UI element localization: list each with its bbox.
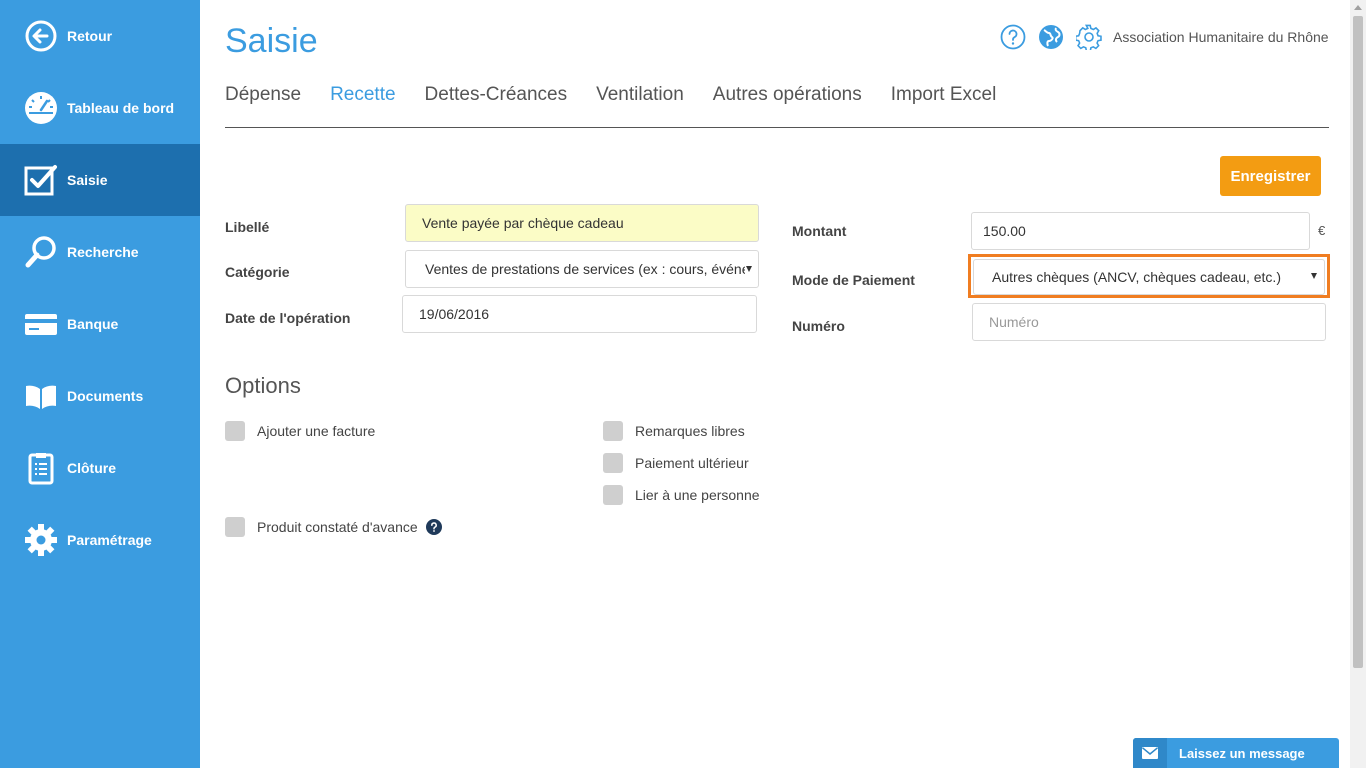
- sidebar-item-recherche[interactable]: Recherche: [0, 216, 200, 288]
- mode-paiement-selected-value: Autres chèques (ANCV, chèques cadeau, et…: [992, 269, 1281, 285]
- lier-personne-option[interactable]: Lier à une personne: [603, 485, 760, 505]
- sidebar-item-label: Paramétrage: [67, 532, 152, 548]
- chevron-down-icon: [1311, 273, 1317, 279]
- page-scrollbar[interactable]: [1350, 0, 1366, 768]
- search-icon: [24, 235, 58, 269]
- date-input[interactable]: 19/06/2016: [402, 295, 757, 333]
- leave-message-label: Laissez un message: [1179, 745, 1305, 761]
- sidebar-item-saisie[interactable]: Saisie: [0, 144, 200, 216]
- sidebar-item-tableau-de-bord[interactable]: Tableau de bord: [0, 72, 200, 144]
- categorie-label: Catégorie: [225, 264, 290, 280]
- help-icon[interactable]: [1000, 24, 1026, 50]
- produit-constate-checkbox[interactable]: [225, 517, 245, 537]
- chevron-down-icon: [746, 266, 752, 272]
- sidebar-item-label: Recherche: [67, 244, 139, 260]
- gear-icon: [24, 523, 58, 557]
- credit-card-icon: [24, 307, 58, 341]
- options-title: Options: [225, 373, 301, 398]
- sidebar-item-retour[interactable]: Retour: [0, 0, 200, 72]
- mode-paiement-label: Mode de Paiement: [792, 272, 915, 288]
- tab-import-excel[interactable]: Import Excel: [891, 84, 997, 106]
- sidebar-item-banque[interactable]: Banque: [0, 288, 200, 360]
- tab-recette[interactable]: Recette: [330, 84, 395, 106]
- header-icons: [1000, 24, 1102, 50]
- produit-constate-label: Produit constaté d'avance: [257, 519, 418, 535]
- paiement-ulterieur-checkbox[interactable]: [603, 453, 623, 473]
- libelle-input[interactable]: Vente payée par chèque cadeau: [405, 204, 759, 242]
- mode-paiement-select[interactable]: Autres chèques (ANCV, chèques cadeau, et…: [973, 259, 1325, 295]
- organization-name[interactable]: Association Humanitaire du Rhône: [1113, 29, 1329, 45]
- leave-message-widget[interactable]: Laissez un message: [1133, 738, 1339, 768]
- paiement-ulterieur-label: Paiement ultérieur: [635, 455, 749, 471]
- book-icon: [24, 379, 58, 413]
- sidebar-item-label: Tableau de bord: [67, 100, 175, 116]
- settings-icon[interactable]: [1076, 24, 1102, 50]
- numero-label: Numéro: [792, 318, 845, 334]
- libelle-label: Libellé: [225, 219, 270, 235]
- remarques-libres-label: Remarques libres: [635, 423, 745, 439]
- save-button[interactable]: Enregistrer: [1220, 156, 1321, 196]
- tab-ventilation[interactable]: Ventilation: [596, 84, 684, 106]
- back-arrow-icon: [24, 19, 58, 53]
- remarques-libres-option[interactable]: Remarques libres: [603, 421, 745, 441]
- tab-divider: [225, 127, 1329, 128]
- scroll-up-arrow-icon[interactable]: [1354, 5, 1362, 10]
- tab-depense[interactable]: Dépense: [225, 84, 301, 106]
- lier-personne-checkbox[interactable]: [603, 485, 623, 505]
- currency-symbol: €: [1318, 223, 1326, 238]
- envelope-icon: [1133, 738, 1167, 768]
- ajouter-facture-checkbox[interactable]: [225, 421, 245, 441]
- ajouter-facture-option[interactable]: Ajouter une facture: [225, 421, 375, 441]
- remarques-libres-checkbox[interactable]: [603, 421, 623, 441]
- paiement-ulterieur-option[interactable]: Paiement ultérieur: [603, 453, 749, 473]
- sidebar-item-label: Documents: [67, 388, 144, 404]
- question-circle-icon[interactable]: [425, 519, 442, 535]
- sidebar-item-parametrage[interactable]: Paramétrage: [0, 504, 200, 576]
- categorie-select[interactable]: Ventes de prestations de services (ex : …: [405, 250, 759, 288]
- lier-personne-label: Lier à une personne: [635, 487, 760, 503]
- edit-checkbox-icon: [24, 163, 58, 197]
- dashboard-gauge-icon: [24, 91, 58, 125]
- numero-input[interactable]: Numéro: [972, 303, 1326, 341]
- globe-icon[interactable]: [1038, 24, 1064, 50]
- ajouter-facture-label: Ajouter une facture: [257, 423, 376, 439]
- scrollbar-thumb[interactable]: [1353, 16, 1363, 668]
- sidebar-item-label: Banque: [67, 316, 119, 332]
- sidebar-item-label: Retour: [67, 28, 113, 44]
- tab-bar: Dépense Recette Dettes-Créances Ventilat…: [225, 84, 1025, 106]
- montant-input[interactable]: 150.00: [971, 212, 1310, 250]
- categorie-selected-value: Ventes de prestations de services (ex : …: [425, 261, 745, 277]
- sidebar: Retour Tableau de bord Saisie Recherche …: [0, 0, 200, 768]
- sidebar-item-documents[interactable]: Documents: [0, 360, 200, 432]
- sidebar-item-label: Clôture: [67, 460, 116, 476]
- montant-label: Montant: [792, 223, 847, 239]
- date-label: Date de l'opération: [225, 310, 351, 326]
- tab-dettes-creances[interactable]: Dettes-Créances: [425, 84, 568, 106]
- sidebar-item-cloture[interactable]: Clôture: [0, 432, 200, 504]
- page-title: Saisie: [225, 22, 318, 60]
- sidebar-item-label: Saisie: [67, 172, 108, 188]
- tab-autres-operations[interactable]: Autres opérations: [713, 84, 862, 106]
- clipboard-icon: [24, 451, 58, 485]
- produit-constate-option[interactable]: Produit constaté d'avance: [225, 517, 442, 537]
